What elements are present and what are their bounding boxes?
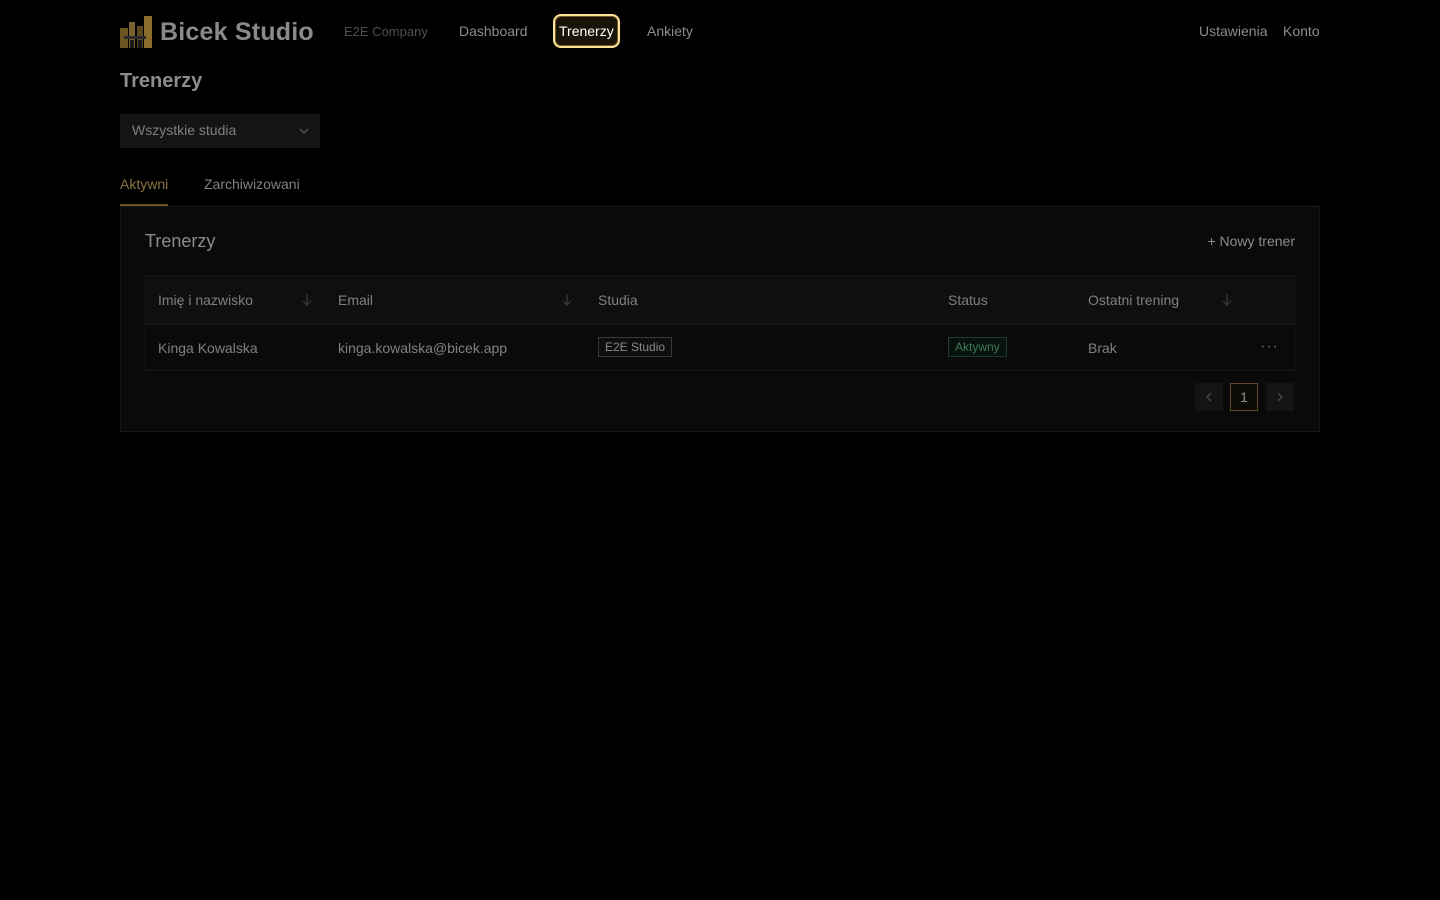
tab-archived-trainers[interactable]: Zarchiwizowani xyxy=(204,176,300,192)
column-header-studios: Studia xyxy=(598,292,638,308)
trainers-table: Imię i nazwisko Email Studia Status Osta… xyxy=(145,275,1295,371)
column-header-email[interactable]: Email xyxy=(338,292,373,308)
sort-arrow-icon[interactable] xyxy=(561,293,573,307)
trainer-email: kinga.kowalska@bicek.app xyxy=(338,340,508,356)
brand-name: Bicek Studio xyxy=(160,18,314,46)
studio-filter-value: Wszystkie studia xyxy=(132,122,237,138)
sort-arrow-icon[interactable] xyxy=(1221,293,1233,307)
pagination-prev-button[interactable] xyxy=(1195,383,1223,411)
studio-tag: E2E Studio xyxy=(598,337,673,357)
table-header: Imię i nazwisko Email Studia Status Osta… xyxy=(146,276,1294,325)
nav-settings[interactable]: Ustawienia xyxy=(1199,14,1267,48)
pagination-page-1[interactable]: 1 xyxy=(1230,383,1258,411)
tab-active-trainers[interactable]: Aktywni xyxy=(120,176,168,192)
brand-logo[interactable]: Bicek Studio xyxy=(120,16,314,48)
card-title: Trenerzy xyxy=(145,231,216,251)
trainer-name: Kinga Kowalska xyxy=(158,340,258,356)
company-name[interactable]: E2E Company xyxy=(344,24,428,40)
sort-arrow-icon[interactable] xyxy=(301,293,313,307)
nav-ankiety[interactable]: Ankiety xyxy=(647,14,693,48)
column-header-status: Status xyxy=(948,292,988,308)
status-badge: Aktywny xyxy=(948,337,1007,357)
last-training: Brak xyxy=(1088,340,1117,356)
nav-dashboard[interactable]: Dashboard xyxy=(459,14,528,48)
page-title: Trenerzy xyxy=(120,70,203,92)
studio-filter-select[interactable]: Wszystkie studia xyxy=(120,114,320,148)
top-navbar: Bicek Studio E2E Company Dashboard Trene… xyxy=(120,0,1320,64)
chevron-left-icon xyxy=(1206,392,1212,402)
nav-account[interactable]: Konto xyxy=(1283,14,1320,48)
logo-icon xyxy=(120,16,152,48)
column-header-last-training[interactable]: Ostatni trening xyxy=(1088,292,1179,308)
chevron-right-icon xyxy=(1277,392,1283,402)
pagination-next-button[interactable] xyxy=(1266,383,1294,411)
more-icon[interactable]: ··· xyxy=(1260,338,1279,356)
trainers-card: Trenerzy + Nowy trener Imię i nazwisko E… xyxy=(120,206,1320,432)
column-header-name[interactable]: Imię i nazwisko xyxy=(158,292,253,308)
new-trainer-button[interactable]: + Nowy trener xyxy=(1207,232,1295,250)
chevron-down-icon xyxy=(299,128,309,134)
nav-trenerzy[interactable]: Trenerzy xyxy=(553,14,620,48)
table-row[interactable]: Kinga Kowalska kinga.kowalska@bicek.app … xyxy=(146,324,1294,372)
